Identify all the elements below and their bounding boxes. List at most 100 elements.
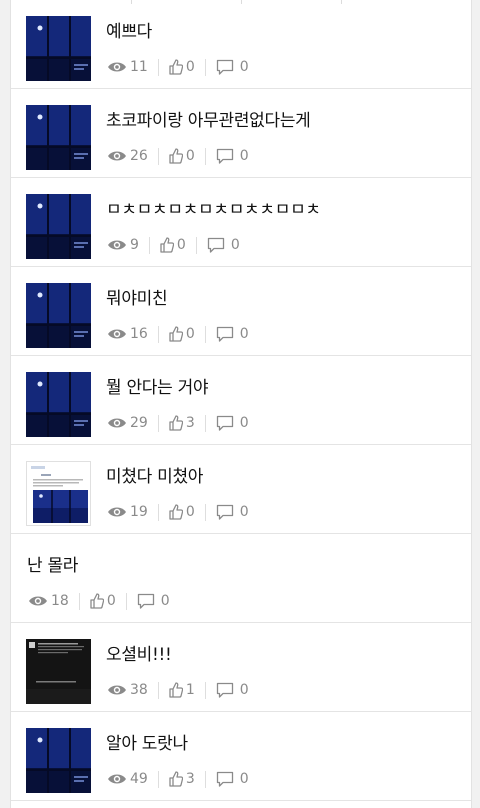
divider [157, 147, 159, 165]
post-title[interactable]: 알아 도랏나 [106, 729, 188, 754]
post-thumbnail[interactable] [26, 639, 91, 704]
post-thumbnail[interactable] [26, 194, 91, 259]
view-count: 9 [107, 237, 139, 253]
comment-icon [216, 326, 234, 343]
divider [157, 414, 159, 432]
divider [157, 58, 159, 76]
post-list-panel: 예쁘다 11 0 0 초코파이랑 아무관련없다는게 26 0 0 ㅁㅊㅁㅊㅁㅊㅁ… [10, 0, 472, 808]
eye-icon [107, 149, 127, 163]
divider [204, 770, 206, 788]
view-count: 29 [107, 415, 148, 431]
post-thumbnail[interactable] [26, 461, 91, 526]
post-meta: 26 0 0 [107, 146, 249, 166]
comment-icon [216, 59, 234, 76]
post-title[interactable]: 미쳤다 미쳤아 [106, 462, 203, 487]
post-item[interactable]: 미쳤다 미쳤아 19 0 0 [11, 445, 471, 534]
post-list: 예쁘다 11 0 0 초코파이랑 아무관련없다는게 26 0 0 ㅁㅊㅁㅊㅁㅊㅁ… [11, 0, 471, 801]
thumbs-up-icon [169, 326, 183, 342]
post-title[interactable]: 뭘 안다는 거야 [106, 373, 209, 398]
post-item[interactable]: 뭐야미친 16 0 0 [11, 267, 471, 356]
post-thumbnail[interactable] [26, 372, 91, 437]
eye-icon [107, 683, 127, 697]
like-button[interactable]: 0 [169, 59, 195, 75]
comment-count[interactable]: 0 [216, 771, 249, 788]
divider [204, 414, 206, 432]
divider [204, 147, 206, 165]
view-count: 26 [107, 148, 148, 164]
post-item[interactable]: 오셜비!!! 38 1 0 [11, 623, 471, 712]
like-button[interactable]: 0 [169, 326, 195, 342]
view-count: 11 [107, 59, 148, 75]
comment-count[interactable]: 0 [137, 593, 170, 610]
comment-count[interactable]: 0 [216, 415, 249, 432]
post-meta: 18 0 0 [28, 591, 170, 611]
divider [157, 503, 159, 521]
comment-count[interactable]: 0 [216, 504, 249, 521]
like-button[interactable]: 0 [169, 504, 195, 520]
thumbs-up-icon [169, 59, 183, 75]
thumbs-up-icon [169, 504, 183, 520]
eye-icon [107, 416, 127, 430]
post-item[interactable]: 난 몰라 18 0 0 [11, 534, 471, 623]
comment-icon [216, 771, 234, 788]
view-count: 19 [107, 504, 148, 520]
post-item[interactable]: 알아 도랏나 49 3 0 [11, 712, 471, 801]
comment-count[interactable]: 0 [216, 59, 249, 76]
divider [78, 592, 80, 610]
view-count: 38 [107, 682, 148, 698]
post-title[interactable]: 오셜비!!! [106, 640, 172, 665]
divider [195, 236, 197, 254]
divider [204, 325, 206, 343]
comment-icon [216, 415, 234, 432]
thumbs-up-icon [90, 593, 104, 609]
comment-count[interactable]: 0 [207, 237, 240, 254]
divider [204, 58, 206, 76]
post-title[interactable]: ㅁㅊㅁㅊㅁㅊㅁㅊㅁㅊㅊㅁㅁㅊ [106, 195, 321, 220]
thumbs-up-icon [169, 148, 183, 164]
view-count: 18 [28, 593, 69, 609]
comment-count[interactable]: 0 [216, 682, 249, 699]
post-meta: 11 0 0 [107, 57, 249, 77]
like-button[interactable]: 0 [90, 593, 116, 609]
post-meta: 49 3 0 [107, 769, 249, 789]
view-count: 16 [107, 326, 148, 342]
thumbs-up-icon [169, 415, 183, 431]
like-button[interactable]: 0 [169, 148, 195, 164]
post-title[interactable]: 뭐야미친 [106, 284, 168, 309]
post-title[interactable]: 예쁘다 [106, 17, 152, 42]
divider [157, 770, 159, 788]
post-title[interactable]: 초코파이랑 아무관련없다는게 [106, 106, 311, 131]
comment-count[interactable]: 0 [216, 326, 249, 343]
post-thumbnail[interactable] [26, 283, 91, 348]
comment-icon [216, 682, 234, 699]
thumbs-up-icon [169, 771, 183, 787]
post-item[interactable]: 뭘 안다는 거야 29 3 0 [11, 356, 471, 445]
post-meta: 16 0 0 [107, 324, 249, 344]
post-title[interactable]: 난 몰라 [27, 551, 78, 576]
eye-icon [107, 772, 127, 786]
post-item[interactable]: 초코파이랑 아무관련없다는게 26 0 0 [11, 89, 471, 178]
comment-icon [216, 148, 234, 165]
post-item[interactable]: ㅁㅊㅁㅊㅁㅊㅁㅊㅁㅊㅊㅁㅁㅊ 9 0 0 [11, 178, 471, 267]
thumbs-up-icon [169, 682, 183, 698]
divider [204, 681, 206, 699]
comment-icon [137, 593, 155, 610]
post-item[interactable]: 예쁘다 11 0 0 [11, 0, 471, 89]
comment-icon [216, 504, 234, 521]
post-thumbnail[interactable] [26, 105, 91, 170]
post-thumbnail[interactable] [26, 728, 91, 793]
comment-count[interactable]: 0 [216, 148, 249, 165]
like-button[interactable]: 3 [169, 771, 195, 787]
eye-icon [28, 594, 48, 608]
like-button[interactable]: 3 [169, 415, 195, 431]
divider [157, 325, 159, 343]
eye-icon [107, 238, 127, 252]
like-button[interactable]: 1 [169, 682, 195, 698]
post-meta: 29 3 0 [107, 413, 249, 433]
post-meta: 38 1 0 [107, 680, 249, 700]
like-button[interactable]: 0 [160, 237, 186, 253]
post-meta: 9 0 0 [107, 235, 240, 255]
view-count: 49 [107, 771, 148, 787]
eye-icon [107, 60, 127, 74]
post-thumbnail[interactable] [26, 16, 91, 81]
